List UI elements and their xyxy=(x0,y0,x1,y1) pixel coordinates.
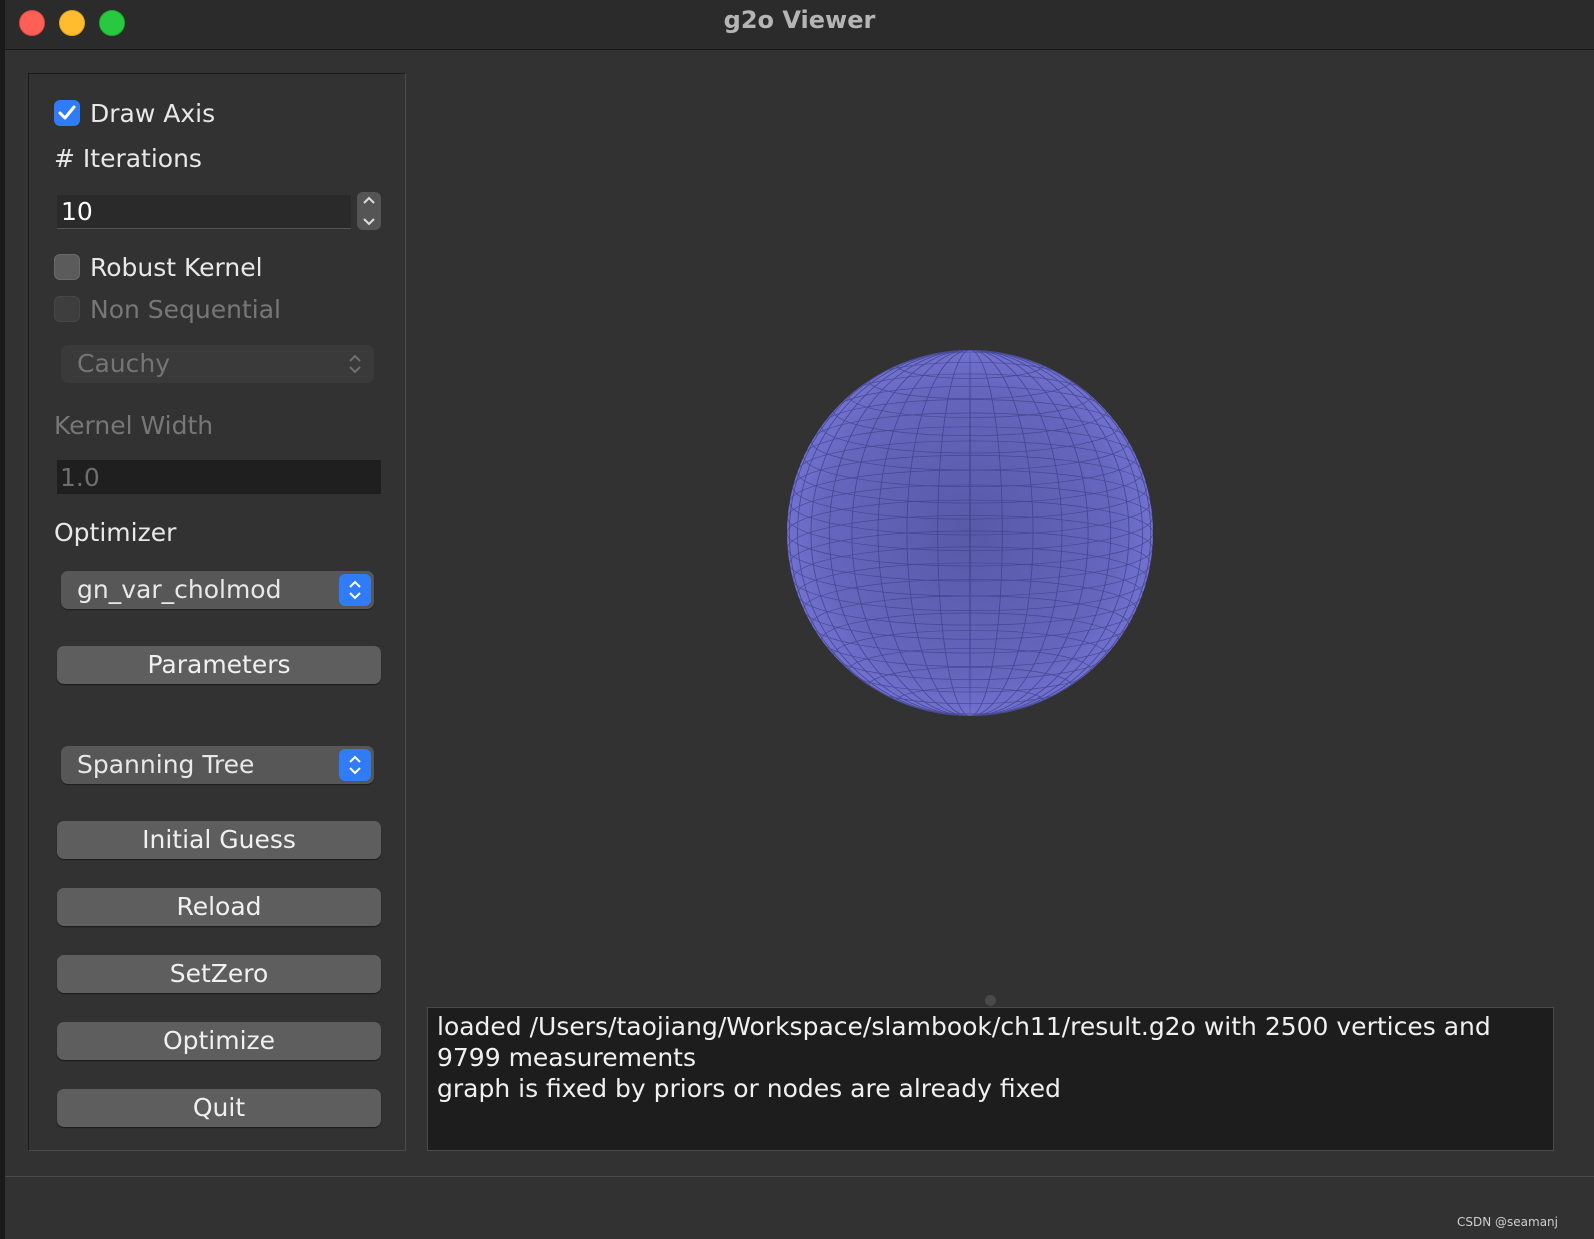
app-window: g2o Viewer Draw Axis # Iterations 10 Rob… xyxy=(5,0,1594,1239)
quit-button[interactable]: Quit xyxy=(57,1089,381,1127)
draw-axis-label: Draw Axis xyxy=(90,98,216,128)
checkbox-box xyxy=(54,254,80,280)
pose-graph-sphere xyxy=(787,350,1153,716)
draw-axis-checkbox[interactable]: Draw Axis xyxy=(54,98,215,128)
updown-arrows-icon xyxy=(339,749,371,781)
kernel-width-label: Kernel Width xyxy=(54,411,214,440)
chevron-up-icon[interactable] xyxy=(363,196,375,204)
optimizer-select-value: gn_var_cholmod xyxy=(77,575,282,604)
splitter-handle[interactable] xyxy=(985,995,996,1006)
optimizer-label: Optimizer xyxy=(54,518,177,547)
optimizer-select[interactable]: gn_var_cholmod xyxy=(61,571,374,609)
checkmark-icon xyxy=(54,100,80,126)
iterations-stepper[interactable] xyxy=(357,192,381,230)
iterations-input[interactable]: 10 xyxy=(57,195,351,229)
window-title: g2o Viewer xyxy=(723,6,876,34)
log-line: graph is fixed by priors or nodes are al… xyxy=(437,1074,1061,1103)
robust-kernel-label: Robust Kernel xyxy=(90,252,263,282)
iterations-label: # Iterations xyxy=(54,144,202,173)
log-line: loaded /Users/taojiang/Workspace/slamboo… xyxy=(437,1012,1491,1072)
log-output: loaded /Users/taojiang/Workspace/slamboo… xyxy=(427,1007,1554,1151)
status-bar: CSDN @seamanj xyxy=(5,1176,1594,1239)
kernel-select[interactable]: Cauchy xyxy=(61,345,374,383)
initial-guess-select-value: Spanning Tree xyxy=(77,750,255,779)
chevron-down-icon[interactable] xyxy=(363,218,375,226)
kernel-width-input[interactable]: 1.0 xyxy=(57,460,381,494)
title-bar: g2o Viewer xyxy=(5,0,1594,50)
non-sequential-label: Non Sequential xyxy=(90,294,281,324)
checkbox-box xyxy=(54,296,80,322)
kernel-select-value: Cauchy xyxy=(77,349,171,378)
robust-kernel-checkbox[interactable]: Robust Kernel xyxy=(54,252,263,282)
updown-arrows-icon xyxy=(339,574,371,606)
graph-viewer-canvas[interactable] xyxy=(415,55,1585,995)
parameters-button[interactable]: Parameters xyxy=(57,646,381,684)
watermark: CSDN @seamanj xyxy=(1457,1215,1558,1229)
non-sequential-checkbox[interactable]: Non Sequential xyxy=(54,294,281,324)
optimize-button[interactable]: Optimize xyxy=(57,1022,381,1060)
updown-arrows-icon xyxy=(339,348,371,380)
control-panel: Draw Axis # Iterations 10 Robust Kernel … xyxy=(28,73,406,1151)
setzero-button[interactable]: SetZero xyxy=(57,955,381,993)
initial-guess-select[interactable]: Spanning Tree xyxy=(61,746,374,784)
initial-guess-button[interactable]: Initial Guess xyxy=(57,821,381,859)
reload-button[interactable]: Reload xyxy=(57,888,381,926)
